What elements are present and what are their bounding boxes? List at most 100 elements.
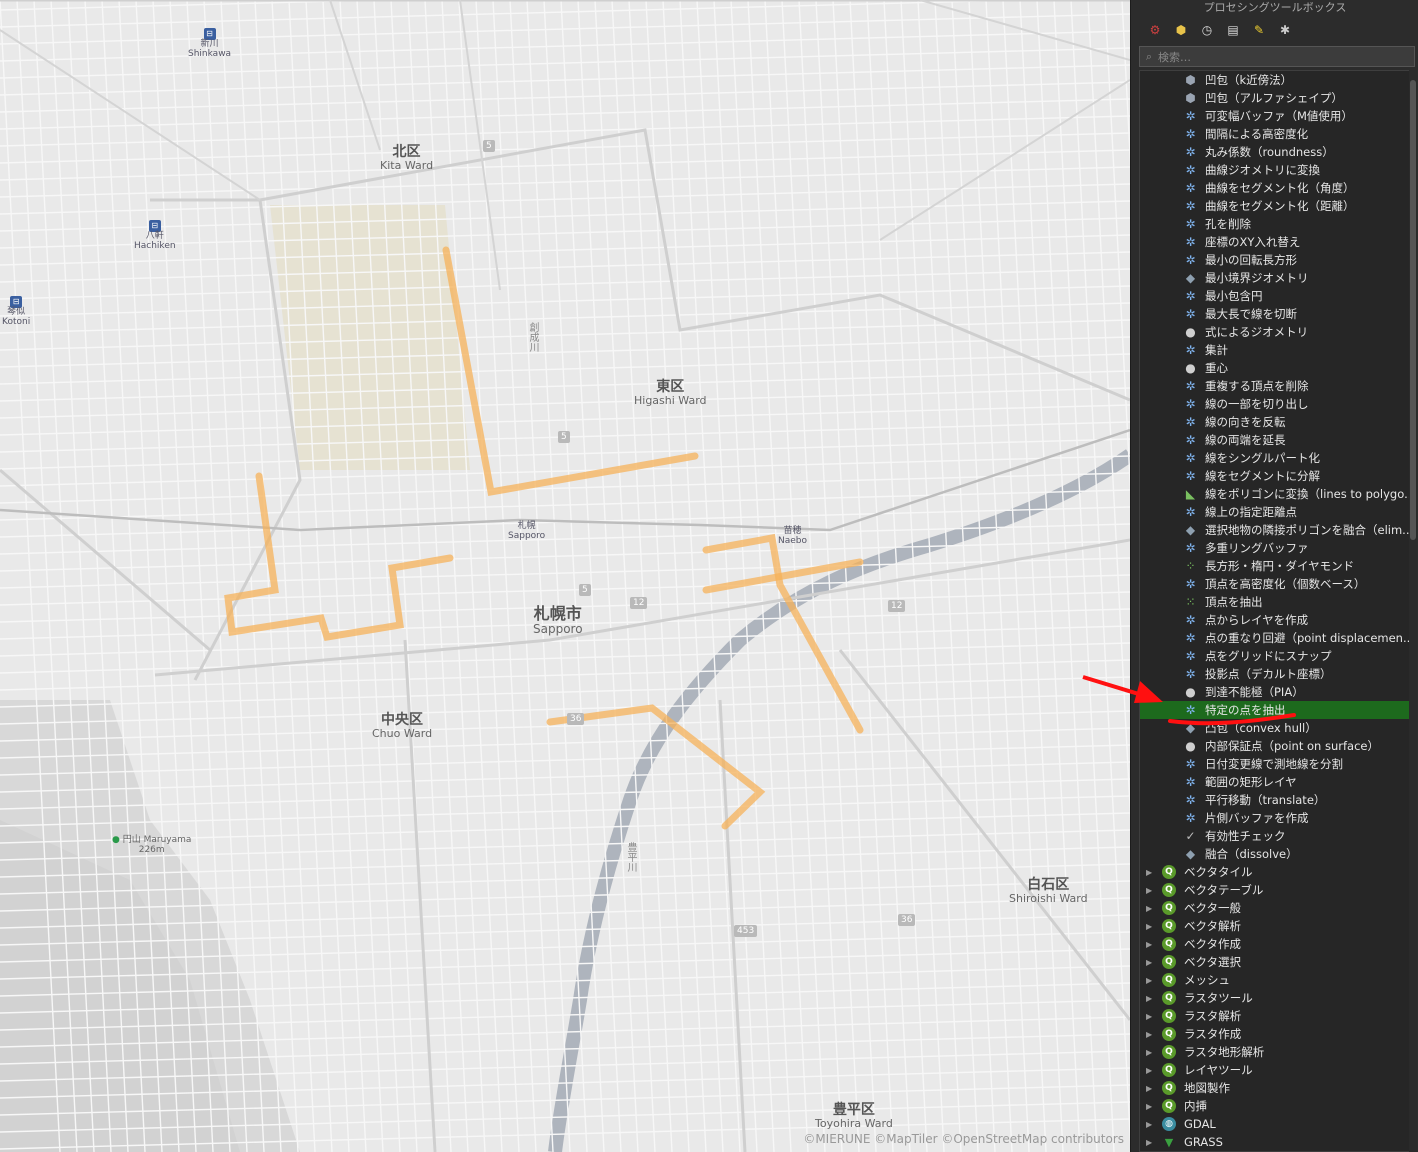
expand-arrow-icon[interactable]: ▶ xyxy=(1146,1048,1158,1057)
algorithm-item[interactable]: ✲ 曲線をセグメント化（距離） xyxy=(1140,197,1410,215)
map-attribution[interactable]: ©MIERUNE ©MapTiler ©OpenStreetMap contri… xyxy=(803,1132,1124,1146)
algorithm-item[interactable]: ● 重心 xyxy=(1140,359,1410,377)
gear-icon: ✲ xyxy=(1185,307,1196,321)
group-label: レイヤツール xyxy=(1184,1063,1253,1077)
algorithm-item[interactable]: ⁙ 頂点を抽出 xyxy=(1140,593,1410,611)
algorithm-item[interactable]: ⬢ 凹包（k近傍法） xyxy=(1140,71,1410,89)
algorithm-item[interactable]: ✲ 点の重なり回避（point displacemen... xyxy=(1140,629,1410,647)
provider-group[interactable]: ▶ Q ラスタ作成 xyxy=(1140,1025,1410,1043)
algorithm-item[interactable]: ✲ 日付変更線で測地線を分割 xyxy=(1140,755,1410,773)
algorithm-item[interactable]: ● 到達不能極（PIA） xyxy=(1140,683,1410,701)
provider-group[interactable]: ▶ Q レイヤツール xyxy=(1140,1061,1410,1079)
provider-group[interactable]: ▶ Q 地図製作 xyxy=(1140,1079,1410,1097)
expr-icon: ● xyxy=(1185,325,1196,339)
provider-group[interactable]: ▶ Q ベクタ解析 xyxy=(1140,917,1410,935)
map-canvas[interactable]: 北区 Kita Ward 東区 Higashi Ward 札幌市 Sapporo 中央… xyxy=(0,0,1130,1152)
algorithm-item[interactable]: ✲ 最小の回転長方形 xyxy=(1140,251,1410,269)
expand-arrow-icon[interactable]: ▶ xyxy=(1146,1084,1158,1093)
algorithm-item[interactable]: ✲ 線上の指定距離点 xyxy=(1140,503,1410,521)
algorithm-item[interactable]: ✲ 線の一部を切り出し xyxy=(1140,395,1410,413)
provider-group[interactable]: ▶ Q 内挿 xyxy=(1140,1097,1410,1115)
algorithm-label: 片側バッファを作成 xyxy=(1205,811,1309,825)
algorithm-item[interactable]: ✲ 孔を削除 xyxy=(1140,215,1410,233)
expand-arrow-icon[interactable]: ▶ xyxy=(1146,904,1158,913)
algorithm-label: 曲線をセグメント化（距離） xyxy=(1205,199,1355,213)
algorithm-item[interactable]: ✲ 線をセグメントに分解 xyxy=(1140,467,1410,485)
edit-features-icon[interactable]: ✎ xyxy=(1249,20,1269,40)
expand-arrow-icon[interactable]: ▶ xyxy=(1146,976,1158,985)
provider-group[interactable]: ▶ Q ベクタタイル xyxy=(1140,863,1410,881)
algorithm-item[interactable]: ✓ 有効性チェック xyxy=(1140,827,1410,845)
algorithm-item[interactable]: ✲ 重複する頂点を削除 xyxy=(1140,377,1410,395)
algorithm-item[interactable]: ✲ 集計 xyxy=(1140,341,1410,359)
expand-arrow-icon[interactable]: ▶ xyxy=(1146,1030,1158,1039)
algorithm-item[interactable]: ✲ 頂点を高密度化（個数ベース） xyxy=(1140,575,1410,593)
algorithm-item[interactable]: ◆ 凸包（convex hull） xyxy=(1140,719,1410,737)
expand-arrow-icon[interactable]: ▶ xyxy=(1146,1102,1158,1111)
algorithm-item[interactable]: ✲ 最大長で線を切断 xyxy=(1140,305,1410,323)
algorithm-item[interactable]: ✲ 線をシングルパート化 xyxy=(1140,449,1410,467)
algorithm-item[interactable]: ⬢ 凹包（アルファシェイプ） xyxy=(1140,89,1410,107)
provider-group[interactable]: ▶ ▼ GRASS xyxy=(1140,1133,1410,1151)
provider-group[interactable]: ▶ ◍ GDAL xyxy=(1140,1115,1410,1133)
algorithm-item[interactable]: ✲ 可変幅バッファ（M値使用） xyxy=(1140,107,1410,125)
algorithm-item[interactable]: ✲ 丸み係数（roundness） xyxy=(1140,143,1410,161)
algorithm-item[interactable]: ✲ 点からレイヤを作成 xyxy=(1140,611,1410,629)
tree-scrollbar[interactable] xyxy=(1409,70,1417,1152)
gear-icon: ✲ xyxy=(1185,775,1196,789)
python-icon[interactable]: ⬢ xyxy=(1171,20,1191,40)
expand-arrow-icon[interactable]: ▶ xyxy=(1146,1120,1158,1129)
algorithm-item[interactable]: ✲ 間隔による高密度化 xyxy=(1140,125,1410,143)
algorithm-item[interactable]: ✲ 曲線をセグメント化（角度） xyxy=(1140,179,1410,197)
algorithm-label: 線の両端を延長 xyxy=(1205,433,1286,447)
expand-arrow-icon[interactable]: ▶ xyxy=(1146,1066,1158,1075)
options-icon[interactable]: ✱ xyxy=(1275,20,1295,40)
algorithm-item[interactable]: ✲ 線の向きを反転 xyxy=(1140,413,1410,431)
algorithm-item[interactable]: ⁘ 長方形・楕円・ダイヤモンド xyxy=(1140,557,1410,575)
algorithm-item[interactable]: ✲ 線の両端を延長 xyxy=(1140,431,1410,449)
group-label: ベクタタイル xyxy=(1184,865,1253,879)
provider-group[interactable]: ▶ Q ラスタ解析 xyxy=(1140,1007,1410,1025)
algorithm-item[interactable]: ✲ 投影点（デカルト座標） xyxy=(1140,665,1410,683)
algorithm-item[interactable]: ✲ 多重リングバッファ xyxy=(1140,539,1410,557)
algorithm-item[interactable]: ✲ 範囲の矩形レイヤ xyxy=(1140,773,1410,791)
route-shield: 36 xyxy=(567,713,585,725)
dots-icon: ⁙ xyxy=(1185,595,1196,609)
provider-group[interactable]: ▶ Q メッシュ xyxy=(1140,971,1410,989)
provider-group[interactable]: ▶ Q ラスタツール xyxy=(1140,989,1410,1007)
algorithm-item[interactable]: ● 内部保証点（point on surface） xyxy=(1140,737,1410,755)
algorithm-item[interactable]: ✲ 点をグリッドにスナップ xyxy=(1140,647,1410,665)
provider-group[interactable]: ▶ Q ベクタ一般 xyxy=(1140,899,1410,917)
results-icon[interactable]: ▤ xyxy=(1223,20,1243,40)
station-hachiken: ⊟ 八軒 Hachiken xyxy=(134,220,176,251)
search-input[interactable]: ⌕ 検索… xyxy=(1139,46,1415,67)
expand-arrow-icon[interactable]: ▶ xyxy=(1146,1138,1158,1147)
expand-arrow-icon[interactable]: ▶ xyxy=(1146,994,1158,1003)
algorithm-item[interactable]: ◆ 融合（dissolve） xyxy=(1140,845,1410,863)
algorithm-item[interactable]: ✲ 最小包含円 xyxy=(1140,287,1410,305)
expand-arrow-icon[interactable]: ▶ xyxy=(1146,868,1158,877)
expand-arrow-icon[interactable]: ▶ xyxy=(1146,1012,1158,1021)
algorithm-item[interactable]: ◆ 最小境界ジオメトリ xyxy=(1140,269,1410,287)
expand-arrow-icon[interactable]: ▶ xyxy=(1146,958,1158,967)
expand-arrow-icon[interactable]: ▶ xyxy=(1146,922,1158,931)
provider-group[interactable]: ▶ Q ラスタ地形解析 xyxy=(1140,1043,1410,1061)
algorithm-tree[interactable]: ⬢ 凹包（k近傍法） ⬢ 凹包（アルファシェイプ） ✲ 可変幅バッファ（M値使用） ✲ 間隔に… xyxy=(1139,70,1411,1152)
algorithm-item[interactable]: ✲ 平行移動（translate） xyxy=(1140,791,1410,809)
history-icon[interactable]: ◷ xyxy=(1197,20,1217,40)
algorithm-item[interactable]: ✲ 片側バッファを作成 xyxy=(1140,809,1410,827)
expand-arrow-icon[interactable]: ▶ xyxy=(1146,886,1158,895)
provider-group[interactable]: ▶ Q ベクタ選択 xyxy=(1140,953,1410,971)
algorithm-item[interactable]: ✲ 座標のXY入れ替え xyxy=(1140,233,1410,251)
expand-arrow-icon[interactable]: ▶ xyxy=(1146,940,1158,949)
provider-group[interactable]: ▶ Q ベクタテーブル xyxy=(1140,881,1410,899)
group-label: ベクタ解析 xyxy=(1184,919,1242,933)
algorithm-item-selected[interactable]: ✲ 特定の点を抽出 xyxy=(1140,701,1410,719)
algorithm-item[interactable]: ● 式によるジオメトリ xyxy=(1140,323,1410,341)
models-icon[interactable]: ⚙ xyxy=(1145,20,1165,40)
algorithm-item[interactable]: ✲ 曲線ジオメトリに変換 xyxy=(1140,161,1410,179)
scrollbar-thumb[interactable] xyxy=(1410,80,1416,540)
algorithm-item[interactable]: ◣ 線をポリゴンに変換（lines to polygo... xyxy=(1140,485,1410,503)
algorithm-item[interactable]: ◆ 選択地物の隣接ポリゴンを融合（elim... xyxy=(1140,521,1410,539)
provider-group[interactable]: ▶ Q ベクタ作成 xyxy=(1140,935,1410,953)
